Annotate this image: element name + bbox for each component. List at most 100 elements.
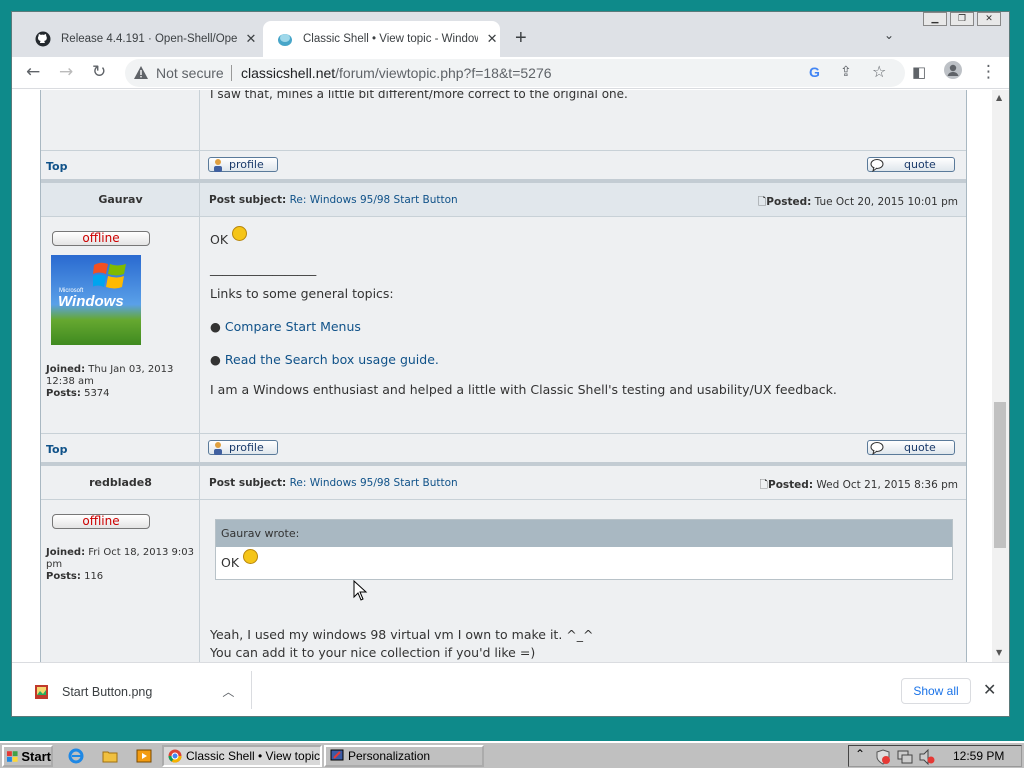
top-link[interactable]: Top [46, 160, 67, 173]
github-icon [35, 31, 51, 47]
post-date: 🗋Posted: Wed Oct 21, 2015 8:36 pm [759, 479, 958, 491]
back-icon[interactable]: ← [26, 62, 40, 82]
smiley-icon [243, 549, 259, 564]
url-text[interactable]: classicshell.net/forum/viewtopic.php?f=1… [241, 65, 552, 81]
profile-button[interactable]: profile [208, 157, 278, 172]
previous-post-body: I saw that, mines a little bit different… [41, 90, 966, 150]
menu-kebab-icon[interactable]: ⋮ [980, 62, 997, 82]
offline-status: offline [52, 231, 150, 246]
user-info: Joined: Thu Jan 03, 2013 12:38 am Posts: … [46, 364, 174, 399]
classicshell-icon [278, 34, 292, 46]
quote-block: Gaurav wrote: OK [215, 519, 953, 580]
avatar: Microsoft Windows [51, 255, 141, 345]
scroll-down-icon[interactable]: ▼ [996, 648, 1002, 657]
avatar-text: Windows [58, 293, 124, 310]
warning-icon [134, 66, 148, 79]
chevron-up-icon[interactable]: ︿ [222, 683, 234, 700]
tab-search-icon[interactable]: ⌄ [884, 28, 894, 42]
clock[interactable]: 12:59 PM [953, 749, 1004, 763]
mouse-cursor-icon [353, 580, 368, 601]
image-file-icon [35, 684, 48, 699]
post-author[interactable]: Gaurav [41, 193, 200, 206]
personalization-icon [330, 749, 344, 761]
minimize-icon[interactable]: ▁ [923, 12, 947, 26]
reload-icon[interactable]: ↻ [92, 62, 106, 82]
post-text: I saw that, mines a little bit different… [210, 90, 628, 101]
folder-icon[interactable] [102, 748, 118, 764]
quote-author: Gaurav wrote: [216, 520, 952, 547]
smiley-icon [232, 226, 248, 241]
window-controls: ▁ ❐ ✕ [923, 12, 1001, 26]
quote-text: OK [221, 549, 259, 570]
security-alert-icon[interactable] [875, 749, 891, 765]
signature-text: I am a Windows enthusiast and helped a l… [210, 382, 837, 397]
speech-bubble-icon [870, 158, 884, 172]
close-tab-icon[interactable]: ✕ [484, 31, 500, 47]
divider [251, 671, 252, 709]
top-link[interactable]: Top [46, 443, 67, 456]
user-icon [214, 441, 222, 455]
show-all-button[interactable]: Show all [901, 678, 971, 704]
tab-classic-shell[interactable]: Classic Shell • View topic - Windows ✕ [263, 21, 500, 57]
post-subject: Post subject: Re: Windows 95/98 Start Bu… [209, 477, 458, 489]
divider [231, 65, 232, 81]
post-text: Yeah, I used my windows 98 virtual vm I … [210, 627, 594, 642]
taskbar-item-personalization[interactable]: Personalization [324, 745, 484, 767]
taskbar-item-classic-shell[interactable]: Classic Shell • View topic ... [162, 745, 322, 767]
side-panel-icon[interactable]: ◧ [912, 63, 926, 81]
system-tray: ⌃ 12:59 PM [848, 745, 1022, 767]
post-header: redblade8 Post subject: Re: Windows 95/9… [41, 466, 966, 499]
forward-icon[interactable]: → [59, 62, 73, 82]
bookmark-star-icon[interactable]: ☆ [872, 62, 886, 81]
post-text: You can add it to your nice collection i… [210, 645, 536, 660]
quote-button[interactable]: quote [867, 440, 955, 455]
network-icon[interactable] [897, 749, 913, 765]
tab-open-shell-release[interactable]: Release 4.4.191 · Open-Shell/Open- ✕ [21, 21, 263, 57]
scroll-up-icon[interactable]: ▲ [996, 93, 1002, 102]
forum-topic: I saw that, mines a little bit different… [40, 90, 967, 662]
post-footer: Top profile quote [41, 151, 966, 179]
user-info: Joined: Fri Oct 18, 2013 9:03 pm Posts: 1… [46, 547, 194, 582]
scrollbar-thumb[interactable] [994, 402, 1006, 548]
page-content: I saw that, mines a little bit different… [12, 90, 992, 662]
maximize-icon[interactable]: ❐ [950, 12, 974, 26]
signature-link: ● Compare Start Menus [210, 319, 361, 334]
share-icon[interactable]: ⇪ [840, 64, 852, 80]
close-window-icon[interactable]: ✕ [977, 12, 1001, 26]
close-downloads-icon[interactable]: ✕ [983, 680, 996, 699]
post-text: OK [210, 226, 248, 247]
signature-intro: Links to some general topics: [210, 286, 394, 301]
internet-explorer-icon[interactable] [68, 748, 84, 764]
address-bar[interactable]: Not secure classicshell.net/forum/viewto… [125, 59, 905, 87]
post-body: offline Joined: Fri Oct 18, 2013 9:03 pm… [41, 500, 966, 662]
taskbar: Start Classic Shell • View topic ... Per… [0, 741, 1024, 768]
close-tab-icon[interactable]: ✕ [243, 31, 259, 47]
downloads-bar: Start Button.png ︿ Show all ✕ [12, 662, 1009, 716]
media-player-icon[interactable] [136, 748, 152, 764]
new-tab-icon[interactable]: + [515, 27, 527, 50]
post-author[interactable]: redblade8 [41, 476, 200, 489]
quote-button[interactable]: quote [867, 157, 955, 172]
google-lens-icon[interactable]: G [809, 64, 820, 80]
post-footer: Top profile quote [41, 434, 966, 462]
tab-title: Release 4.4.191 · Open-Shell/Open- [61, 33, 237, 45]
volume-muted-icon[interactable] [919, 749, 935, 765]
download-filename: Start Button.png [62, 684, 153, 699]
browser-toolbar: ← → ↻ Not secure classicshell.net/forum/… [12, 57, 1009, 89]
tray-expand-icon[interactable]: ⌃ [855, 747, 865, 761]
post-header: Gaurav Post subject: Re: Windows 95/98 S… [41, 183, 966, 216]
windows-flag-icon [7, 750, 18, 762]
security-label: Not secure [156, 65, 224, 81]
tab-strip: Release 4.4.191 · Open-Shell/Open- ✕ Cla… [12, 12, 1009, 57]
profile-avatar-icon[interactable] [944, 61, 962, 84]
post-icon: 🗋 [759, 479, 768, 491]
offline-status: offline [52, 514, 150, 529]
post-body: offline Microsoft Windows Joined: Thu Ja… [41, 217, 966, 433]
download-item[interactable]: Start Button.png ︿ [34, 683, 234, 700]
signature-link: ● Read the Search box usage guide. [210, 352, 439, 367]
profile-button[interactable]: profile [208, 440, 278, 455]
page-scrollbar[interactable]: ▲ ▼ [992, 90, 1009, 662]
start-button[interactable]: Start [2, 745, 53, 767]
user-icon [214, 158, 222, 172]
post-icon: 🗋 [757, 196, 767, 208]
